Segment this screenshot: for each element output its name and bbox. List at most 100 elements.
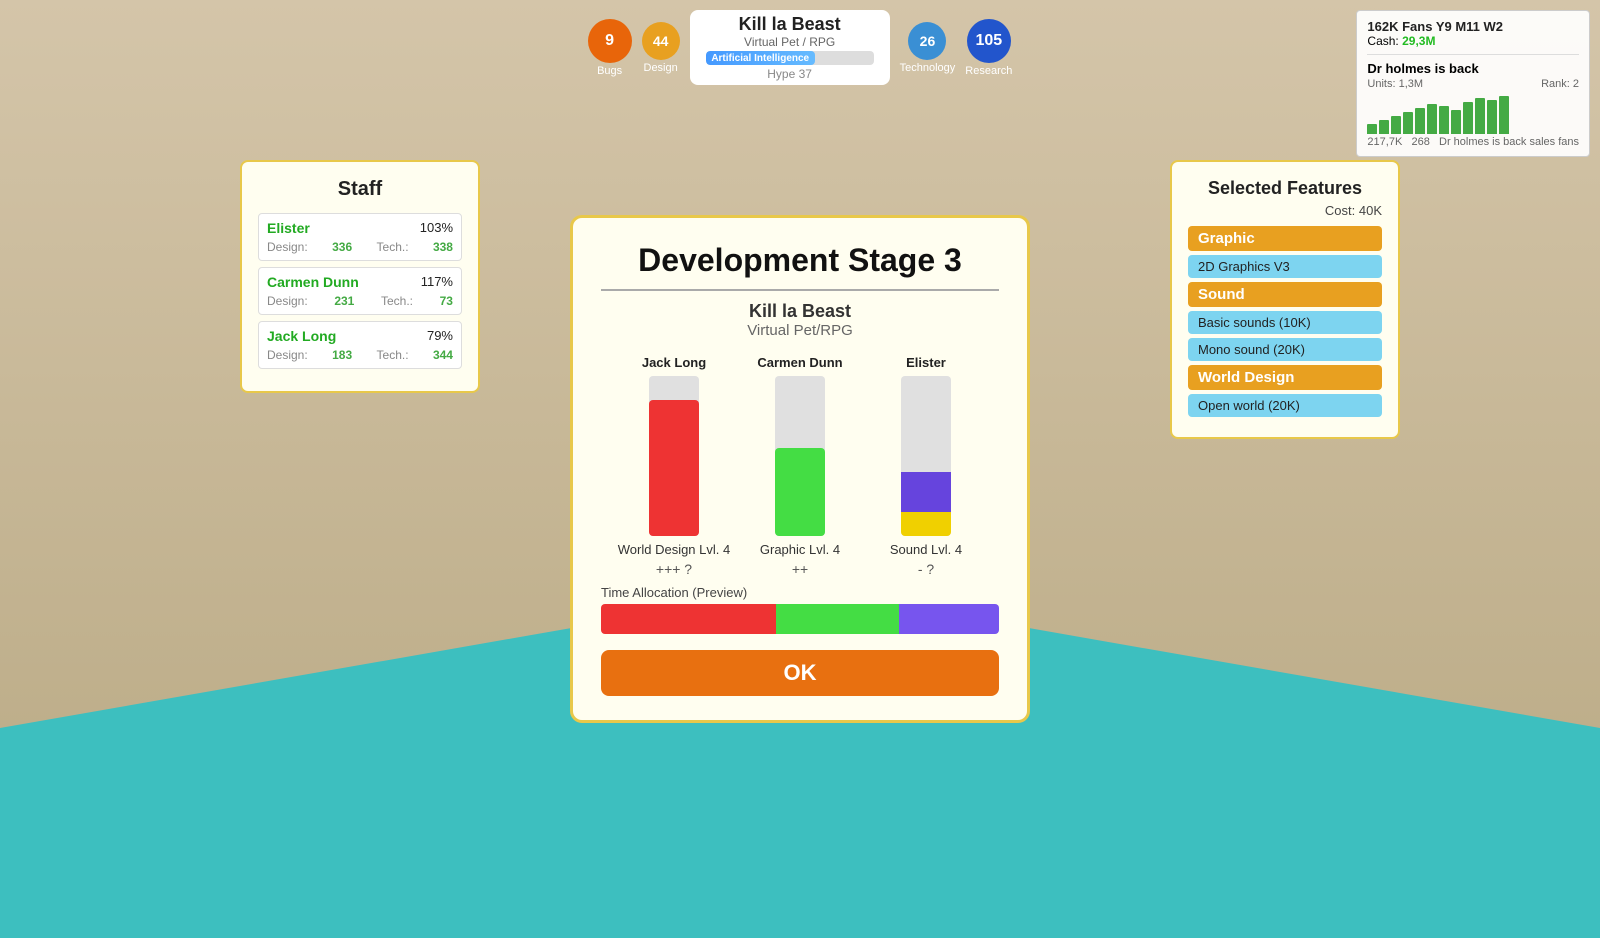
staff-item-carmen: Carmen Dunn 117% Design: 231 Tech.: 73 bbox=[258, 267, 462, 315]
cash-label: Cash: bbox=[1367, 34, 1398, 48]
design-label: Design bbox=[644, 62, 678, 74]
features-cost: Cost: 40K bbox=[1188, 203, 1382, 218]
bar-1 bbox=[1367, 124, 1377, 134]
technology-badge-wrap: 26 Technology bbox=[900, 22, 956, 74]
skill-fill-jack bbox=[649, 400, 699, 536]
research-badge: 105 bbox=[967, 19, 1011, 63]
feature-category-graphic: Graphic bbox=[1188, 226, 1382, 251]
sales-title: Dr holmes is back bbox=[1367, 61, 1579, 76]
tech-val-elister: 338 bbox=[433, 240, 453, 254]
bar-9 bbox=[1463, 102, 1473, 134]
design-val-elister: 336 bbox=[332, 240, 352, 254]
design-val-carmen: 231 bbox=[334, 294, 354, 308]
design-label-carmen: Design: bbox=[267, 294, 308, 308]
sales-section: Dr holmes is back Units: 1,3M Rank: 2 21… bbox=[1367, 54, 1579, 148]
game-genre: Virtual Pet / RPG bbox=[706, 35, 874, 49]
worker-name-carmen: Carmen Dunn bbox=[757, 355, 842, 370]
bugs-label: Bugs bbox=[597, 65, 622, 77]
staff-name-elister: Elister bbox=[267, 220, 310, 236]
feature-item-2d-graphics: 2D Graphics V3 bbox=[1188, 255, 1382, 278]
design-val-jack: 183 bbox=[332, 348, 352, 362]
features-title: Selected Features bbox=[1188, 178, 1382, 199]
staff-pct-carmen: 117% bbox=[421, 274, 453, 289]
bar-10 bbox=[1475, 98, 1485, 134]
bar-2 bbox=[1379, 120, 1389, 134]
time-green bbox=[776, 604, 899, 634]
hype-label: Hype 37 bbox=[706, 67, 874, 81]
worker-elister: Elister Sound Lvl. 4 - ? bbox=[863, 355, 989, 577]
tech-label-jack: Tech.: bbox=[377, 348, 409, 362]
sales-sub: 217,7K 268 Dr holmes is back sales fans bbox=[1367, 136, 1579, 148]
worker-level-elister: Sound Lvl. 4 bbox=[890, 542, 962, 557]
progress-fill: Artificial Intelligence bbox=[706, 51, 815, 65]
staff-name-jack: Jack Long bbox=[267, 328, 336, 344]
worker-score-jack: +++ ? bbox=[656, 561, 692, 577]
sales-value2: 268 bbox=[1411, 136, 1429, 148]
progress-bar: Artificial Intelligence bbox=[706, 51, 874, 65]
staff-title: Staff bbox=[258, 178, 462, 201]
tech-val-jack: 344 bbox=[433, 348, 453, 362]
workers-row: Jack Long World Design Lvl. 4 +++ ? Carm… bbox=[601, 355, 999, 577]
worker-name-jack: Jack Long bbox=[642, 355, 706, 370]
fans-info: 162K Fans Y9 M11 W2 bbox=[1367, 19, 1579, 34]
design-label-elister: Design: bbox=[267, 240, 308, 254]
features-panel: Selected Features Cost: 40K Graphic 2D G… bbox=[1170, 160, 1400, 439]
technology-badge: 26 bbox=[908, 22, 946, 60]
tech-label-elister: Tech.: bbox=[377, 240, 409, 254]
feature-item-basic-sounds: Basic sounds (10K) bbox=[1188, 311, 1382, 334]
skill-bar-carmen bbox=[775, 376, 825, 536]
dev-modal-title: Development Stage 3 bbox=[601, 242, 999, 291]
worker-score-elister: - ? bbox=[918, 561, 934, 577]
game-title: Kill la Beast bbox=[706, 14, 874, 35]
technology-label: Technology bbox=[900, 62, 956, 74]
staff-pct-jack: 79% bbox=[427, 328, 453, 343]
bar-3 bbox=[1391, 116, 1401, 134]
tech-label-carmen: Tech.: bbox=[381, 294, 413, 308]
dev-modal-genre: Virtual Pet/RPG bbox=[601, 322, 999, 339]
ok-button[interactable]: OK bbox=[601, 650, 999, 696]
design-label-jack: Design: bbox=[267, 348, 308, 362]
staff-panel: Staff Elister 103% Design: 336 Tech.: 33… bbox=[240, 160, 480, 393]
bugs-badge: 9 bbox=[588, 19, 632, 63]
cash-value: 29,3M bbox=[1402, 34, 1435, 48]
skill-bar-blue bbox=[901, 472, 951, 512]
worker-score-carmen: ++ bbox=[792, 561, 808, 577]
worker-level-jack: World Design Lvl. 4 bbox=[618, 542, 730, 557]
feature-item-open-world: Open world (20K) bbox=[1188, 394, 1382, 417]
worker-name-elister: Elister bbox=[906, 355, 946, 370]
time-alloc-label: Time Allocation (Preview) bbox=[601, 585, 999, 600]
time-red bbox=[601, 604, 776, 634]
time-blue bbox=[899, 604, 999, 634]
bar-4 bbox=[1403, 112, 1413, 134]
research-badge-wrap: 105 Research bbox=[965, 19, 1012, 77]
units-label: Units: 1,3M bbox=[1367, 78, 1423, 90]
sales-title-text: Dr holmes is back sales fans bbox=[1439, 136, 1579, 148]
staff-pct-elister: 103% bbox=[420, 220, 453, 235]
sales-value1: 217,7K bbox=[1367, 136, 1402, 148]
bar-12 bbox=[1499, 96, 1509, 134]
design-badge: 44 bbox=[642, 22, 680, 60]
staff-stats-elister: Design: 336 Tech.: 338 bbox=[267, 240, 453, 254]
dev-modal-game: Kill la Beast bbox=[601, 301, 999, 322]
cash-info: Cash: 29,3M bbox=[1367, 34, 1579, 48]
bar-7 bbox=[1439, 106, 1449, 134]
skill-bar-elister bbox=[901, 376, 951, 536]
top-right-panel: 162K Fans Y9 M11 W2 Cash: 29,3M Dr holme… bbox=[1356, 10, 1590, 157]
research-label: Research bbox=[965, 65, 1012, 77]
skill-bar-yellow bbox=[901, 512, 951, 536]
rank-label: Rank: 2 bbox=[1541, 78, 1579, 90]
worker-level-carmen: Graphic Lvl. 4 bbox=[760, 542, 840, 557]
staff-stats-carmen: Design: 231 Tech.: 73 bbox=[267, 294, 453, 308]
mini-chart bbox=[1367, 94, 1579, 134]
bar-8 bbox=[1451, 110, 1461, 134]
skill-bar-jack bbox=[649, 376, 699, 536]
skill-fill-carmen bbox=[775, 448, 825, 536]
bar-6 bbox=[1427, 104, 1437, 134]
bugs-badge-wrap: 9 Bugs bbox=[588, 19, 632, 77]
staff-stats-jack: Design: 183 Tech.: 344 bbox=[267, 348, 453, 362]
tech-val-carmen: 73 bbox=[440, 294, 453, 308]
worker-jack-long: Jack Long World Design Lvl. 4 +++ ? bbox=[611, 355, 737, 577]
dev-modal: Development Stage 3 Kill la Beast Virtua… bbox=[570, 215, 1030, 723]
staff-name-carmen: Carmen Dunn bbox=[267, 274, 359, 290]
bar-11 bbox=[1487, 100, 1497, 134]
